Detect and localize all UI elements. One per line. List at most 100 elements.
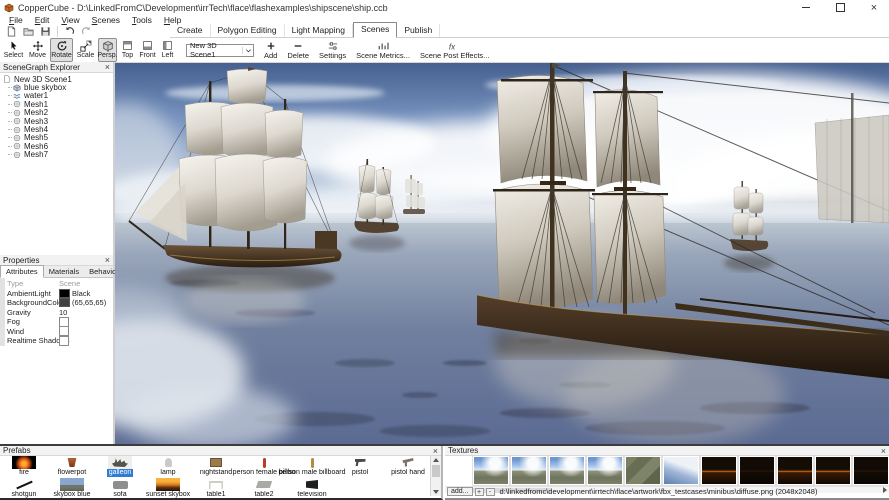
scale-tool-button[interactable]: Scale: [74, 38, 97, 62]
prefab-item-sunset-skybox[interactable]: sunset skybox: [144, 478, 192, 498]
skyterrain-texture-thumbnail[interactable]: [587, 456, 623, 485]
prefab-item-fire[interactable]: fire: [0, 456, 48, 478]
rotate-tool-button[interactable]: Rotate: [50, 38, 73, 62]
tab-light-mapping[interactable]: Light Mapping: [285, 24, 353, 37]
texture-strip: [445, 456, 889, 486]
scene-selector-dropdown[interactable]: New 3D Scene1: [186, 44, 254, 57]
tool-label: Select: [4, 52, 23, 59]
front-tool-button[interactable]: Front: [138, 38, 157, 62]
prefab-item-galleon[interactable]: galleon: [96, 456, 144, 478]
prefab-label: nightstand: [200, 469, 232, 477]
prefab-item-pistol[interactable]: pistol: [336, 456, 384, 478]
settings-icon: [327, 41, 339, 52]
cloud-texture-thumbnail[interactable]: [663, 456, 699, 485]
maximize-button[interactable]: [825, 0, 855, 15]
prefab-item-flowerpot[interactable]: flowerpot: [48, 456, 96, 478]
undo-icon[interactable]: [61, 25, 78, 38]
prefab-item-lamp[interactable]: lamp: [144, 456, 192, 478]
scrollbar-thumb[interactable]: [432, 465, 440, 477]
close-icon[interactable]: ×: [881, 447, 886, 455]
settings-button[interactable]: Settings: [319, 41, 346, 60]
darksunset-texture-thumbnail[interactable]: [815, 456, 851, 485]
scenegraph-node-mesh7[interactable]: Mesh7: [3, 151, 113, 159]
value-text[interactable]: 10: [59, 308, 67, 317]
minus-icon: [293, 41, 303, 52]
tab-create[interactable]: Create: [170, 24, 211, 37]
close-icon[interactable]: ×: [105, 63, 110, 71]
sunset-skybox-thumbnail-icon: [156, 478, 180, 491]
darksunset-texture-thumbnail[interactable]: [701, 456, 737, 485]
add-texture-button[interactable]: add...: [447, 487, 473, 496]
scene-post-effects-button[interactable]: fxScene Post Effects...: [420, 41, 489, 60]
properties-panel: Properties × AttributesMaterialsBehaviou…: [0, 255, 115, 444]
dark-texture-thumbnail[interactable]: [853, 456, 889, 485]
menu-scenes[interactable]: Scenes: [86, 15, 126, 25]
left-tool-button[interactable]: Left: [158, 38, 177, 62]
properties-tab-attributes[interactable]: Attributes: [0, 265, 44, 278]
skyterrain-texture-thumbnail[interactable]: [549, 456, 585, 485]
prefab-item-shotgun[interactable]: shotgun: [0, 478, 48, 498]
tab-polygon-editing[interactable]: Polygon Editing: [211, 24, 285, 37]
move-tool-button[interactable]: Move: [26, 38, 49, 62]
color-swatch[interactable]: [59, 289, 70, 298]
skyterrain-texture-thumbnail[interactable]: [473, 456, 509, 485]
scene-node-icon: [3, 75, 12, 84]
fog-checkbox[interactable]: [59, 317, 69, 327]
menu-edit[interactable]: Edit: [29, 15, 56, 25]
texture-minus-button[interactable]: -: [486, 488, 495, 496]
prefab-item-sofa[interactable]: sofa: [96, 478, 144, 498]
dark-texture-thumbnail[interactable]: [739, 456, 775, 485]
darksunset-texture-thumbnail[interactable]: [777, 456, 813, 485]
sofa-thumbnail-icon: [108, 478, 132, 491]
prefab-item-table1[interactable]: table1: [192, 478, 240, 498]
menu-file[interactable]: File: [3, 15, 29, 25]
tab-publish[interactable]: Publish: [397, 24, 440, 37]
toolbar-separator: [57, 26, 58, 37]
select-tool-button[interactable]: Select: [2, 38, 25, 62]
scroll-down-icon[interactable]: [431, 488, 441, 496]
property-row-wind: Wind: [7, 327, 113, 337]
add-button[interactable]: Add: [264, 41, 277, 60]
prefab-item-pistol-hand[interactable]: pistol hand: [384, 456, 430, 478]
edit-toolbar: SelectMoveRotateScalePersp. Top FrontLeft N…: [0, 38, 889, 62]
menu-help[interactable]: Help: [158, 15, 187, 25]
property-value: [59, 336, 69, 346]
prefabs-scrollbar[interactable]: [430, 456, 441, 496]
viewport-3d-scene[interactable]: [115, 62, 889, 444]
prefab-item-table2[interactable]: table2: [240, 478, 288, 498]
texture-plus-button[interactable]: +: [475, 488, 484, 496]
property-value: [59, 317, 69, 327]
delete-button[interactable]: Delete: [287, 41, 309, 60]
top-tool-button[interactable]: Top: [118, 38, 137, 62]
close-icon[interactable]: ×: [433, 447, 438, 455]
menu-view[interactable]: View: [55, 15, 85, 25]
close-icon[interactable]: ×: [105, 256, 110, 264]
skyterrain-texture-thumbnail[interactable]: [511, 456, 547, 485]
realtime-shadows-checkbox[interactable]: [59, 336, 69, 346]
minimize-icon: [802, 7, 810, 8]
persp-tool-button[interactable]: Persp.: [98, 38, 117, 62]
menu-tools[interactable]: Tools: [126, 15, 158, 25]
close-icon: ×: [871, 3, 877, 13]
new-document-icon[interactable]: [3, 25, 20, 38]
tab-scenes[interactable]: Scenes: [353, 22, 397, 38]
open-file-icon[interactable]: [20, 25, 37, 38]
terrain-texture-thumbnail[interactable]: [625, 456, 661, 485]
properties-tab-materials[interactable]: Materials: [44, 266, 84, 277]
prefab-label: galleon: [107, 469, 134, 477]
scene-metrics-button[interactable]: Scene Metrics...: [356, 41, 410, 60]
redo-icon[interactable]: [78, 25, 95, 38]
wind-checkbox[interactable]: [59, 326, 69, 336]
minimize-button[interactable]: [791, 0, 821, 15]
color-swatch[interactable]: [59, 298, 70, 307]
textures-header: Textures ×: [445, 446, 889, 456]
color-value: Black: [72, 289, 90, 298]
tool-label: Top: [122, 52, 133, 59]
close-button[interactable]: ×: [859, 0, 889, 15]
save-icon[interactable]: [37, 25, 54, 38]
prefab-item-skybox-blue[interactable]: skybox blue: [48, 478, 96, 498]
scroll-up-icon[interactable]: [431, 456, 441, 464]
prefab-item-person-male-billboard[interactable]: person male billboard: [288, 456, 336, 478]
table1-thumbnail-icon: [204, 478, 228, 491]
prefab-item-television[interactable]: television: [288, 478, 336, 498]
